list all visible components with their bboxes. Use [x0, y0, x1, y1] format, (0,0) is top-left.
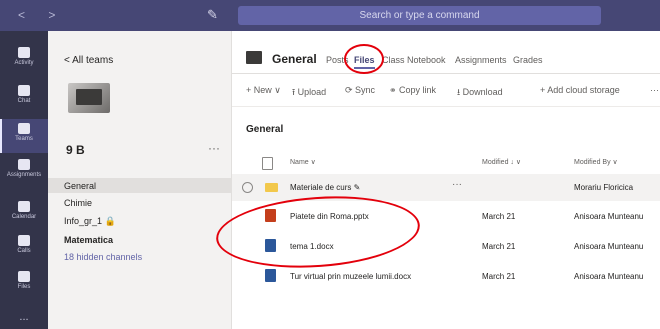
word-icon	[265, 269, 276, 282]
rail-calendar[interactable]: Calendar	[0, 201, 48, 223]
tab-grades[interactable]: Grades	[513, 55, 543, 65]
all-teams-link[interactable]: < All teams	[64, 55, 113, 66]
chat-icon	[18, 85, 30, 96]
rail-assignments[interactable]: Assignments	[0, 159, 48, 181]
assignments-icon	[18, 159, 30, 170]
files-toolbar: + New ∨ ⭱ Upload ⟳ Sync ⚭ Copy link ⭳ Do…	[232, 74, 660, 107]
column-name[interactable]: Name ∨	[290, 158, 316, 166]
file-modified-by: Anisoara Munteanu	[574, 272, 644, 281]
phone-icon	[18, 235, 30, 246]
channel-header: General Posts Files Class Notebook Assig…	[232, 31, 660, 74]
tab-assignments[interactable]: Assignments	[455, 55, 507, 65]
file-modified: March 21	[482, 242, 516, 251]
tab-class-notebook[interactable]: Class Notebook	[382, 55, 446, 65]
file-row[interactable]: Materiale de curs ✎ ··· Morariu Floricic…	[232, 174, 660, 201]
files-tab-annotation-circle	[344, 44, 384, 74]
channel-title: General	[272, 52, 317, 66]
search-input[interactable]: Search or type a command	[238, 6, 601, 25]
file-icon	[18, 271, 30, 282]
hidden-channels-link[interactable]: 18 hidden channels	[64, 252, 142, 262]
sync-button[interactable]: ⟳ Sync	[345, 85, 375, 96]
channel-info[interactable]: Info_gr_1 🔒	[64, 216, 116, 227]
channel-icon	[246, 51, 262, 64]
channel-matematica[interactable]: Matematica	[64, 235, 113, 245]
title-bar: < > ✎ Search or type a command	[0, 0, 660, 31]
upload-button[interactable]: ⭱ Upload	[292, 85, 326, 101]
channel-chimie[interactable]: Chimie	[64, 198, 92, 208]
download-button[interactable]: ⭳ Download	[457, 85, 503, 101]
rail-chat[interactable]: Chat	[0, 85, 48, 107]
toolbar-more-icon[interactable]: ···	[650, 85, 659, 95]
file-modified-by: Anisoara Munteanu	[574, 242, 644, 251]
file-modified-by: Anisoara Munteanu	[574, 212, 644, 221]
column-modified-by[interactable]: Modified By ∨	[574, 158, 618, 166]
more-icon[interactable]: ...	[0, 311, 48, 323]
app-rail: Activity Chat Teams Assignments Calendar…	[0, 31, 48, 329]
rail-files[interactable]: Files	[0, 271, 48, 293]
new-button[interactable]: + New ∨	[246, 85, 281, 96]
team-name: 9 B	[66, 143, 85, 157]
rail-teams[interactable]: Teams	[0, 119, 48, 153]
file-modified-by: Morariu Floricica	[574, 183, 634, 192]
row-more-icon[interactable]: ···	[452, 179, 462, 190]
copy-link-button[interactable]: ⚭ Copy link	[389, 85, 436, 96]
calendar-icon	[18, 201, 30, 212]
column-modified[interactable]: Modified ↓ ∨	[482, 158, 521, 166]
file-name[interactable]: Tur virtual prin muzeele lumii.docx	[290, 272, 411, 281]
folder-icon	[265, 183, 278, 192]
main-content: General Posts Files Class Notebook Assig…	[213, 31, 660, 329]
team-avatar	[68, 83, 110, 113]
compose-icon[interactable]: ✎	[207, 7, 218, 23]
add-cloud-storage-button[interactable]: + Add cloud storage	[540, 85, 620, 95]
rail-activity[interactable]: Activity	[0, 47, 48, 69]
file-modified: March 21	[482, 212, 516, 221]
rail-calls[interactable]: Calls	[0, 235, 48, 257]
file-type-header-icon	[262, 157, 273, 170]
row-select-radio[interactable]	[242, 182, 253, 193]
nav-arrows[interactable]: < >	[18, 8, 65, 22]
channel-general[interactable]: General	[64, 181, 96, 191]
teams-panel: < All teams 9 B ··· General Chimie Info_…	[48, 31, 232, 329]
bell-icon	[18, 47, 30, 58]
team-more-icon[interactable]: ···	[208, 141, 220, 155]
teams-icon	[18, 123, 30, 134]
file-name[interactable]: Materiale de curs ✎	[290, 183, 360, 192]
breadcrumb: General	[246, 124, 284, 135]
file-modified: March 21	[482, 272, 516, 281]
